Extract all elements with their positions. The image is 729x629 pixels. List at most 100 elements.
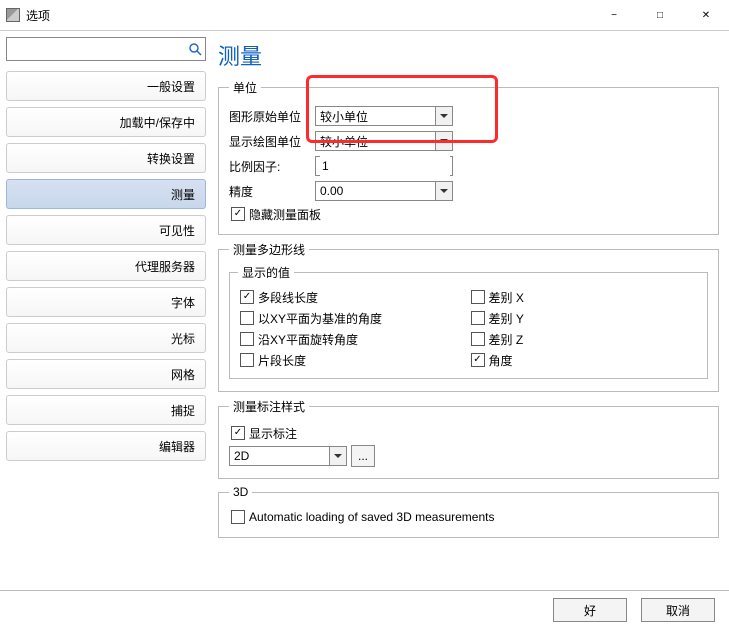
poly-checkbox[interactable]: 沿XY平面旋转角度 [240, 330, 469, 348]
group-polyline: 测量多边形线 显示的值 ✓ 多段线长度以XY平面为基准的角度沿XY平面旋转角度片段… [218, 241, 719, 392]
group-display-values: 显示的值 ✓ 多段线长度以XY平面为基准的角度沿XY平面旋转角度片段长度 差别 X… [229, 264, 708, 379]
titlebar: 选项 − □ ✕ [0, 0, 729, 31]
poly-checkbox-label: 差别 Z [489, 331, 524, 348]
hide-panel-checkbox[interactable]: ✓ 隐藏测量面板 [231, 205, 708, 223]
show-annotation-checkbox[interactable]: ✓ 显示标注 [231, 424, 708, 442]
app-icon [6, 8, 20, 22]
sidebar-item-4[interactable]: 可见性 [6, 215, 206, 245]
minimize-button[interactable]: − [591, 0, 637, 30]
precision-combo[interactable]: 0.00 [315, 181, 453, 201]
more-button[interactable]: ... [351, 445, 375, 467]
sidebar-item-2[interactable]: 转换设置 [6, 143, 206, 173]
group-style-legend: 测量标注样式 [229, 398, 309, 415]
mode-value: 2D [234, 449, 249, 463]
search-box[interactable] [6, 37, 206, 61]
checkbox-icon [240, 311, 254, 325]
checkbox-icon [471, 311, 485, 325]
ok-button[interactable]: 好 [553, 598, 627, 622]
precision-label: 精度 [229, 183, 315, 200]
checkbox-icon [471, 332, 485, 346]
display-drawing-value: 较小单位 [320, 133, 368, 150]
maximize-button[interactable]: □ [637, 0, 683, 30]
chevron-down-icon [435, 132, 452, 150]
hide-panel-label: 隐藏测量面板 [249, 206, 321, 223]
chevron-down-icon [435, 182, 452, 200]
cancel-button[interactable]: 取消 [641, 598, 715, 622]
poly-checkbox[interactable]: 以XY平面为基准的角度 [240, 309, 469, 327]
show-annotation-label: 显示标注 [249, 425, 297, 442]
sidebar-item-label: 捕捉 [171, 402, 195, 419]
drawing-original-label: 图形原始单位 [229, 108, 315, 125]
checkbox-icon [231, 510, 245, 524]
checkbox-icon [240, 332, 254, 346]
poly-checkbox[interactable]: 差别 Y [471, 309, 700, 327]
sidebar-item-1[interactable]: 加载中/保存中 [6, 107, 206, 137]
display-drawing-label: 显示绘图单位 [229, 133, 315, 150]
sidebar: 一般设置加载中/保存中转换设置测量可见性代理服务器字体光标网格捕捉编辑器 [0, 31, 210, 591]
search-icon [187, 41, 203, 57]
chevron-down-icon [329, 447, 346, 465]
scale-factor-input[interactable] [315, 156, 453, 176]
poly-checkbox-label: 角度 [489, 352, 513, 369]
group-display-values-legend: 显示的值 [238, 264, 294, 281]
precision-value: 0.00 [320, 184, 343, 198]
sidebar-item-label: 转换设置 [147, 150, 195, 167]
poly-checkbox-label: 片段长度 [258, 352, 306, 369]
checkbox-icon: ✓ [231, 207, 245, 221]
sidebar-item-label: 加载中/保存中 [120, 114, 195, 131]
footer: 好 取消 [0, 590, 729, 629]
mode-combo[interactable]: 2D [229, 446, 347, 466]
poly-checkbox-label: 差别 Y [489, 310, 524, 327]
drawing-original-combo[interactable]: 较小单位 [315, 106, 453, 126]
group-polyline-legend: 测量多边形线 [229, 241, 309, 258]
poly-checkbox-label: 多段线长度 [258, 289, 318, 306]
group-3d-legend: 3D [229, 485, 252, 499]
group-style: 测量标注样式 ✓ 显示标注 2D ... [218, 398, 719, 479]
sidebar-item-label: 字体 [171, 294, 195, 311]
window-title: 选项 [26, 7, 50, 24]
sidebar-item-label: 编辑器 [159, 438, 195, 455]
page-title: 测量 [218, 39, 719, 71]
sidebar-item-5[interactable]: 代理服务器 [6, 251, 206, 281]
checkbox-icon: ✓ [471, 353, 485, 367]
checkbox-icon [471, 290, 485, 304]
poly-checkbox[interactable]: ✓ 多段线长度 [240, 288, 469, 306]
checkbox-icon [240, 353, 254, 367]
poly-checkbox[interactable]: 差别 X [471, 288, 700, 306]
nav-list: 一般设置加载中/保存中转换设置测量可见性代理服务器字体光标网格捕捉编辑器 [6, 71, 206, 461]
display-drawing-combo[interactable]: 较小单位 [315, 131, 453, 151]
poly-checkbox[interactable]: ✓ 角度 [471, 351, 700, 369]
chevron-down-icon [435, 107, 452, 125]
search-input[interactable] [9, 39, 187, 59]
group-units-legend: 单位 [229, 79, 261, 96]
poly-checkbox-label: 沿XY平面旋转角度 [258, 331, 358, 348]
sidebar-item-7[interactable]: 光标 [6, 323, 206, 353]
sidebar-item-label: 一般设置 [147, 78, 195, 95]
sidebar-item-9[interactable]: 捕捉 [6, 395, 206, 425]
checkbox-icon: ✓ [240, 290, 254, 304]
sidebar-item-label: 光标 [171, 330, 195, 347]
sidebar-item-label: 可见性 [159, 222, 195, 239]
group-3d: 3D Automatic loading of saved 3D measure… [218, 485, 719, 538]
sidebar-item-6[interactable]: 字体 [6, 287, 206, 317]
drawing-original-value: 较小单位 [320, 108, 368, 125]
sidebar-item-3[interactable]: 测量 [6, 179, 206, 209]
close-button[interactable]: ✕ [683, 0, 729, 30]
poly-checkbox-label: 以XY平面为基准的角度 [258, 310, 382, 327]
sidebar-item-label: 代理服务器 [135, 258, 195, 275]
sidebar-item-label: 测量 [171, 186, 195, 203]
poly-checkbox[interactable]: 差别 Z [471, 330, 700, 348]
sidebar-item-8[interactable]: 网格 [6, 359, 206, 389]
sidebar-item-10[interactable]: 编辑器 [6, 431, 206, 461]
scale-factor-label: 比例因子: [229, 158, 315, 175]
auto-load-label: Automatic loading of saved 3D measuremen… [249, 510, 494, 524]
sidebar-item-label: 网格 [171, 366, 195, 383]
scale-factor-value[interactable] [320, 156, 450, 176]
sidebar-item-0[interactable]: 一般设置 [6, 71, 206, 101]
auto-load-checkbox[interactable]: Automatic loading of saved 3D measuremen… [231, 508, 708, 526]
checkbox-icon: ✓ [231, 426, 245, 440]
poly-checkbox-label: 差别 X [489, 289, 524, 306]
main-panel: 测量 单位 图形原始单位 较小单位 显示绘图单位 较小单位 比例因子: [210, 31, 729, 591]
group-units: 单位 图形原始单位 较小单位 显示绘图单位 较小单位 比例因子: [218, 79, 719, 235]
poly-checkbox[interactable]: 片段长度 [240, 351, 469, 369]
